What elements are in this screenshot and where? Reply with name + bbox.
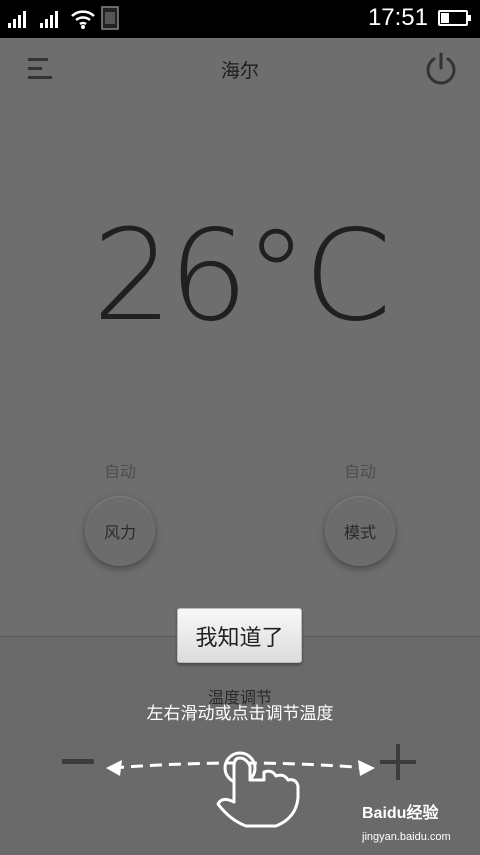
wifi-icon: [71, 10, 95, 29]
mode-status-label: 自动: [343, 462, 376, 481]
mode-button[interactable]: 模式: [325, 496, 395, 566]
fan-speed-button[interactable]: 风力: [85, 496, 155, 566]
power-icon[interactable]: [424, 52, 458, 86]
temperature-display: 26°C: [92, 202, 391, 349]
app-screen: 海尔 26°C 自动 自动 风力 模式 温度调节 左右滑动或点击调节温度: [0, 38, 480, 855]
fan-status-label: 自动: [103, 462, 136, 481]
got-it-button[interactable]: 我知道了: [177, 608, 302, 663]
baidu-logo-text: Baidu经验: [362, 803, 439, 822]
baidu-logo-icon: Baidu经验 jingyan.baidu.com: [362, 803, 451, 843]
minus-icon[interactable]: [62, 758, 94, 766]
sim-card-icon: [101, 6, 119, 30]
status-time: 17:51: [367, 4, 428, 31]
battery-icon: [438, 10, 471, 26]
signal-strength-icon: [8, 11, 26, 28]
swipe-hand-icon: [106, 751, 375, 828]
baidu-url-text: jingyan.baidu.com: [362, 831, 451, 843]
swipe-hint-text: 左右滑动或点击调节温度: [146, 704, 334, 724]
signal-strength-icon: [40, 11, 58, 28]
page-title: 海尔: [220, 60, 259, 82]
status-bar: 17:51: [0, 0, 480, 38]
